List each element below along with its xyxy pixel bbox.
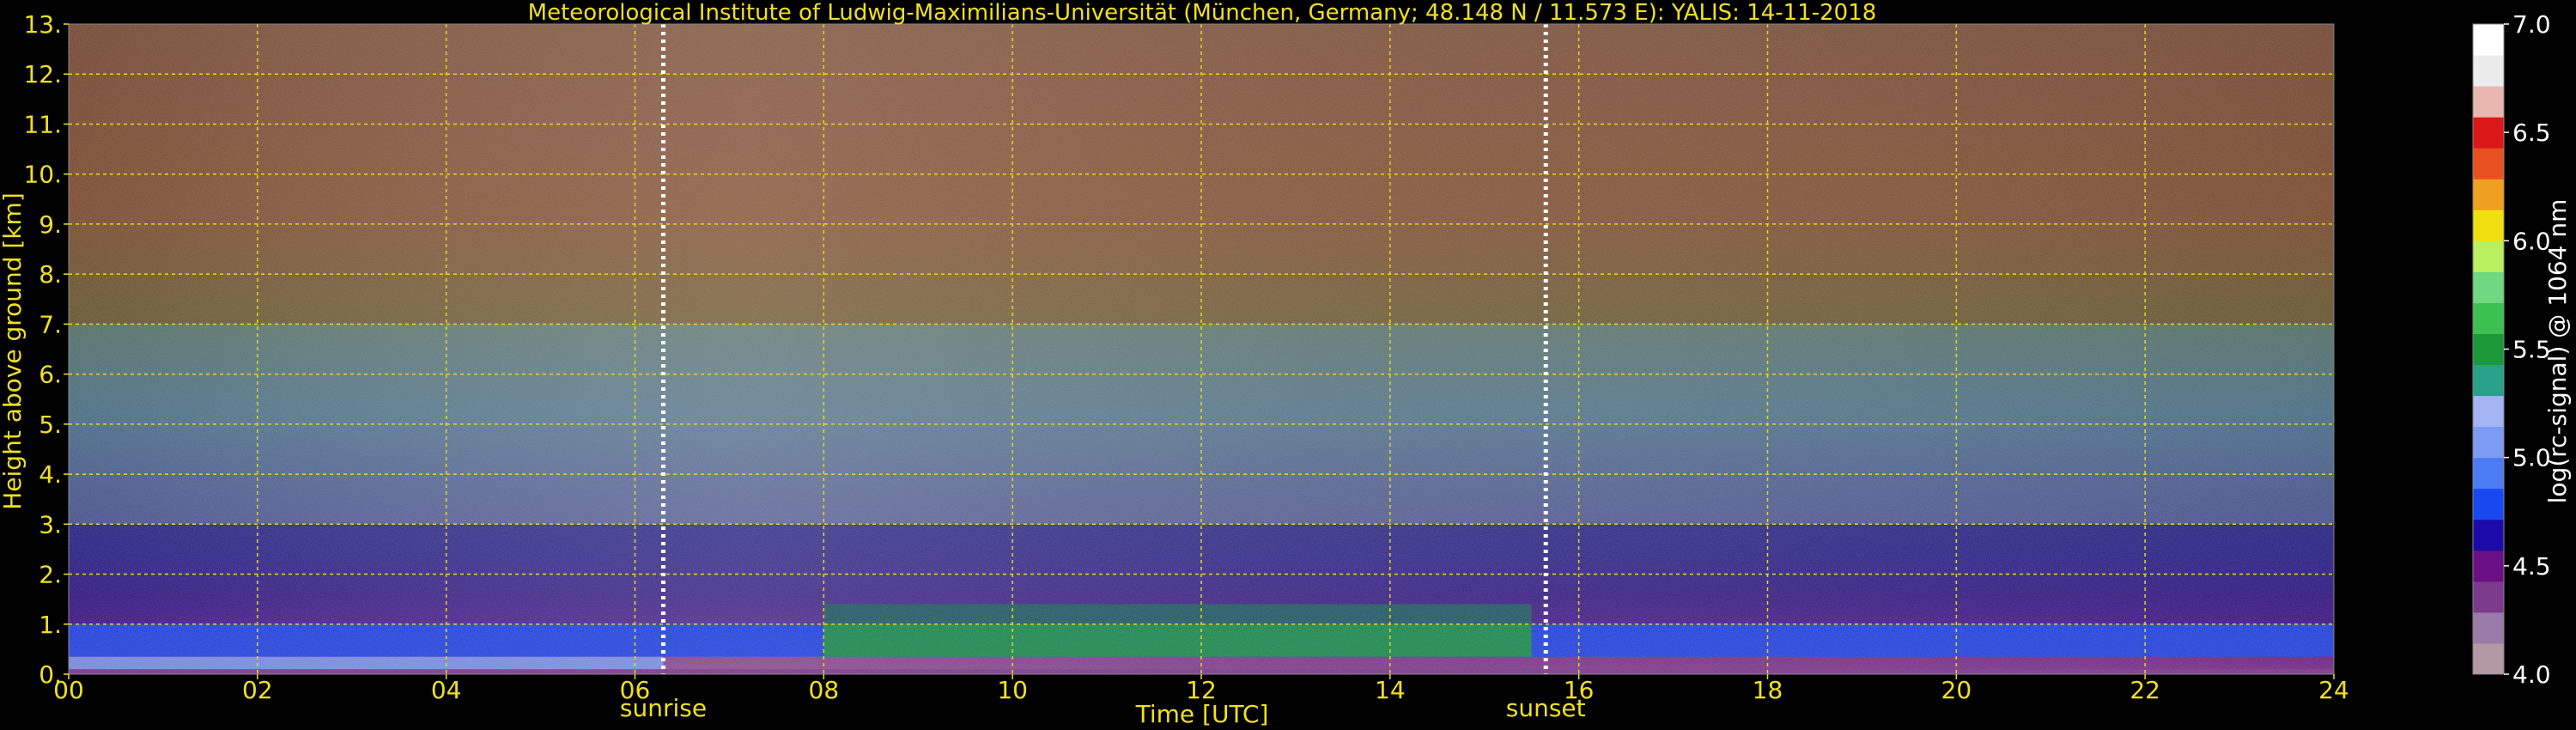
colorbar-segment-18 bbox=[2473, 86, 2504, 118]
colorbar-segment-13 bbox=[2473, 240, 2504, 272]
x-tick-label-4: 08 bbox=[809, 676, 840, 704]
colorbar-tick-label-5: 6.5 bbox=[2512, 119, 2551, 147]
marker-label-sunrise: sunrise bbox=[620, 694, 707, 722]
colorbar-tick-label-0: 4.0 bbox=[2512, 660, 2551, 689]
y-tick-label-4: 4. bbox=[39, 460, 62, 489]
colorbar-segment-11 bbox=[2473, 302, 2504, 334]
x-tick-label-9: 18 bbox=[1753, 676, 1783, 704]
plot-area bbox=[68, 23, 2335, 675]
colorbar-label: log(rc-signal) @ 1064 nm bbox=[2543, 199, 2572, 504]
x-tick-label-11: 22 bbox=[2129, 676, 2160, 704]
lidar-figure: 00 02 04 06 08 10 12 14 16 18 20 22 24 0.1.2.3.4.5.6… bbox=[0, 0, 2572, 728]
colorbar-segment-17 bbox=[2473, 117, 2504, 149]
x-tick-label-7: 14 bbox=[1375, 676, 1406, 704]
colorbar-segment-6 bbox=[2473, 457, 2504, 490]
y-tick-label-10: 10. bbox=[23, 161, 62, 189]
x-tick-label-5: 10 bbox=[997, 676, 1028, 704]
colorbar-segment-7 bbox=[2473, 426, 2504, 459]
colorbar-segment-8 bbox=[2473, 395, 2504, 428]
x-tick-label-12: 24 bbox=[2318, 676, 2349, 704]
y-tick-label-5: 5. bbox=[39, 411, 62, 439]
colorbar-segment-16 bbox=[2473, 148, 2504, 179]
x-axis-label: Time [UTC] bbox=[1135, 700, 1269, 728]
colorbar-segment-0 bbox=[2473, 642, 2504, 675]
colorbar-segment-2 bbox=[2473, 581, 2504, 613]
y-tick-label-1: 1. bbox=[39, 611, 62, 639]
y-axis-ticks: 0. 1. 2. 3. 4. 5. 6. 7. 8. 9. 10. 11. 12. 13. bbox=[23, 10, 69, 689]
colorbar-tick-label-6: 7.0 bbox=[2512, 10, 2551, 39]
colorbar-segment-15 bbox=[2473, 179, 2504, 210]
y-tick-label-3: 3. bbox=[39, 510, 62, 538]
y-tick-label-8: 8. bbox=[39, 260, 62, 289]
colorbar-segment-20 bbox=[2473, 24, 2504, 56]
x-tick-label-1: 02 bbox=[242, 676, 273, 704]
chart-title: Meteorological Institute of Ludwig-Maxim… bbox=[528, 0, 1877, 26]
colorbar-tick-label-1: 4.5 bbox=[2512, 552, 2551, 581]
y-tick-label-11: 11. bbox=[23, 110, 62, 138]
colorbar-segment-3 bbox=[2473, 550, 2504, 582]
colorbar-segment-10 bbox=[2473, 333, 2504, 366]
colorbar-segment-14 bbox=[2473, 210, 2504, 241]
colorbar-segment-1 bbox=[2473, 611, 2504, 644]
x-tick-label-10: 20 bbox=[1941, 676, 1972, 704]
x-tick-label-2: 04 bbox=[431, 676, 462, 704]
y-axis-label: Height above ground [km] bbox=[0, 192, 27, 510]
colorbar bbox=[2472, 23, 2505, 675]
y-tick-label-7: 7. bbox=[39, 310, 62, 338]
y-tick-label-13: 13. bbox=[23, 10, 62, 39]
y-tick-label-2: 2. bbox=[39, 561, 62, 589]
colorbar-segment-9 bbox=[2473, 364, 2504, 397]
y-tick-label-6: 6. bbox=[39, 361, 62, 389]
colorbar-segment-19 bbox=[2473, 55, 2504, 87]
colorbar-segment-5 bbox=[2473, 488, 2504, 520]
colorbar-segment-12 bbox=[2473, 271, 2504, 303]
y-tick-label-9: 9. bbox=[39, 210, 62, 239]
colorbar-segment-4 bbox=[2473, 519, 2504, 551]
y-tick-label-0: 0. bbox=[39, 660, 62, 689]
marker-label-sunset: sunset bbox=[1506, 694, 1586, 722]
y-tick-label-12: 12. bbox=[23, 60, 62, 88]
